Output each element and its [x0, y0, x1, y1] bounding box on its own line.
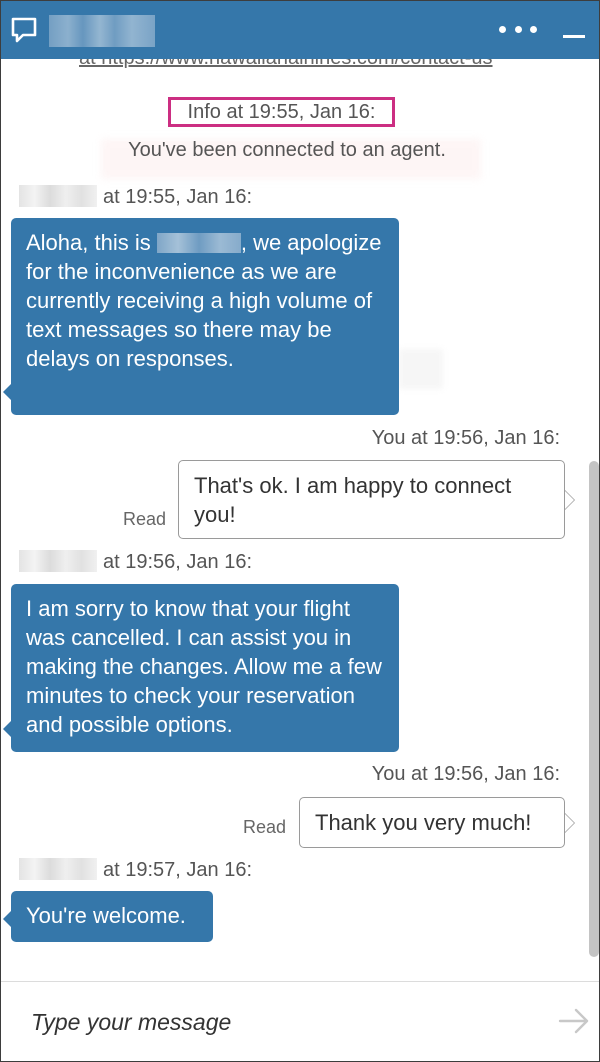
- agent-name-redacted: [19, 858, 97, 880]
- highlight-box: [168, 97, 395, 127]
- minimize-button[interactable]: [563, 35, 585, 38]
- chat-header: [1, 1, 599, 59]
- read-receipt: Read: [243, 817, 287, 837]
- message-timestamp: at 19:57, Jan 16:: [19, 858, 252, 882]
- user-message-bubble: Thank you very much!: [299, 797, 575, 848]
- read-receipt: Read: [123, 509, 167, 529]
- message-timestamp: at 19:56, Jan 16:: [19, 550, 252, 574]
- user-message-bubble: That's ok. I am happy to connect you!: [178, 460, 575, 539]
- message-input[interactable]: [29, 1004, 533, 1040]
- message-timestamp: You at 19:56, Jan 16:: [371, 427, 560, 449]
- message-timestamp: You at 19:56, Jan 16:: [371, 763, 560, 785]
- agent-message-bubble: Aloha, this is , we apologize for the in…: [3, 218, 399, 415]
- agent-message-bubble: I am sorry to know that your flight was …: [3, 584, 399, 752]
- more-horizontal-icon: [499, 25, 506, 33]
- more-options-button[interactable]: [499, 19, 537, 39]
- arrow-right-icon: [558, 1008, 589, 1034]
- system-message: You've been connected to an agent.: [128, 139, 446, 161]
- send-button[interactable]: [557, 1004, 591, 1043]
- agent-name-redacted: [156, 233, 241, 253]
- chat-window: at https://www.hawaiianairlines.com/cont…: [0, 0, 600, 1062]
- chat-transcript[interactable]: at https://www.hawaiianairlines.com/cont…: [1, 59, 587, 981]
- message-composer: [1, 981, 599, 1061]
- message-timestamp: at 19:55, Jan 16:: [19, 185, 252, 209]
- agent-message-bubble: You're welcome.: [3, 891, 213, 942]
- chat-bubble-icon: [10, 16, 38, 49]
- contact-link[interactable]: at https://www.hawaiianairlines.com/cont…: [79, 59, 493, 70]
- agent-name-redacted: [49, 15, 155, 47]
- scrollbar-thumb[interactable]: [589, 461, 599, 957]
- agent-name-redacted: [19, 185, 97, 207]
- agent-name-redacted: [19, 550, 97, 572]
